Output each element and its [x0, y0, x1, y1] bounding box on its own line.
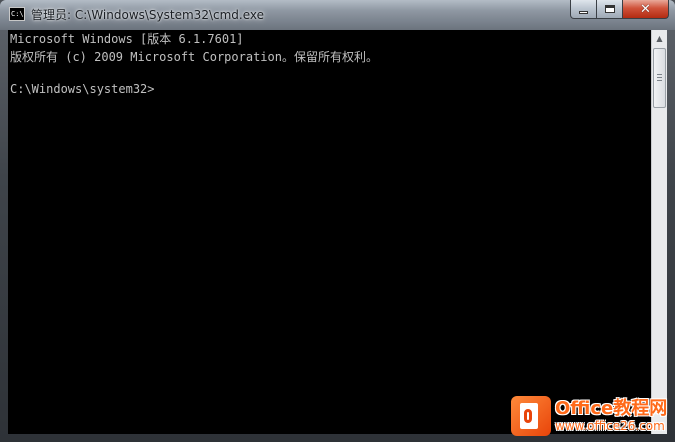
cmd-icon-glyph: C:\: [11, 10, 24, 18]
scrollbar-thumb[interactable]: [653, 48, 666, 108]
close-button[interactable]: ✕: [623, 0, 669, 19]
command-prompt[interactable]: C:\Windows\system32>: [10, 82, 155, 96]
site-watermark: Office教程网 www.office26.com: [511, 394, 671, 438]
maximize-button[interactable]: [597, 0, 623, 19]
close-icon: ✕: [640, 1, 651, 17]
office-logo-icon: [511, 396, 551, 436]
window-controls: ✕: [570, 0, 669, 20]
cmd-console-icon[interactable]: C:\: [9, 7, 25, 21]
window-title: 管理员: C:\Windows\System32\cmd.exe: [31, 8, 264, 22]
cmd-window: C:\ 管理员: C:\Windows\System32\cmd.exe ✕ M…: [0, 0, 675, 442]
watermark-title: Office教程网: [555, 398, 668, 419]
console-line-version: Microsoft Windows [版本 6.1.7601]: [10, 32, 244, 46]
scroll-up-arrow-icon[interactable]: ▲: [652, 30, 667, 47]
scrollbar-grip-line: [657, 74, 662, 75]
scrollbar-grip-line: [657, 80, 662, 81]
console-line-copyright: 版权所有 (c) 2009 Microsoft Corporation。保留所有…: [10, 50, 378, 64]
console-output[interactable]: Microsoft Windows [版本 6.1.7601] 版权所有 (c)…: [8, 30, 651, 434]
watermark-text: Office教程网 www.office26.com: [555, 398, 668, 434]
maximize-icon: [604, 5, 615, 13]
vertical-scrollbar[interactable]: ▲ ▼: [651, 30, 667, 434]
scrollbar-grip-line: [657, 77, 662, 78]
watermark-url: www.office26.com: [555, 419, 665, 433]
title-bar[interactable]: C:\ 管理员: C:\Windows\System32\cmd.exe ✕: [0, 0, 675, 30]
minimize-icon: [579, 10, 588, 14]
minimize-button[interactable]: [570, 0, 597, 19]
